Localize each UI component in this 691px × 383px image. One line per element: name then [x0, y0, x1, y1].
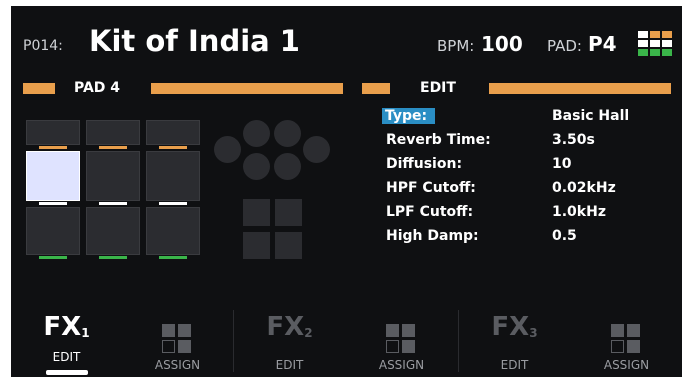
param-row-diffusion[interactable]: Diffusion: 10: [382, 154, 672, 178]
nav-caption: ASSIGN: [378, 358, 425, 372]
circle-pad-6[interactable]: [274, 153, 301, 180]
pad-3-indicator: [159, 146, 187, 149]
param-label: Reverb Time:: [386, 132, 491, 148]
param-label: HPF Cutoff:: [386, 180, 476, 196]
param-value: 0.5: [552, 228, 577, 244]
nav-caption: EDIT: [52, 350, 81, 364]
nav-fx3-edit[interactable]: FX3 EDIT: [459, 306, 570, 377]
edit-section-bar-left: [362, 83, 390, 94]
param-row-reverb-time[interactable]: Reverb Time: 3.50s: [382, 130, 672, 154]
pad-label: PAD:: [547, 37, 582, 55]
param-row-type[interactable]: Type: Basic Hall: [382, 106, 672, 130]
param-label: LPF Cutoff:: [386, 204, 474, 220]
pad-2-indicator: [99, 146, 127, 149]
circle-pad-5[interactable]: [243, 153, 270, 180]
circle-pad-1[interactable]: [243, 120, 270, 147]
param-value: 10: [552, 156, 572, 172]
nav-caption: ASSIGN: [603, 358, 650, 372]
square-pad-1[interactable]: [243, 199, 270, 226]
bpm-value[interactable]: 100: [481, 32, 523, 56]
square-pad-4[interactable]: [275, 232, 302, 259]
pad-4[interactable]: [26, 151, 80, 201]
pad-1[interactable]: [26, 120, 80, 145]
circle-pad-4[interactable]: [303, 136, 330, 163]
pad-2[interactable]: [86, 120, 140, 145]
pad-5-indicator: [99, 202, 127, 205]
nav-fx2-assign[interactable]: ASSIGN: [346, 306, 457, 377]
fx1-label: FX1: [43, 312, 90, 342]
pad-section-title: PAD 4: [74, 80, 121, 96]
pad-7[interactable]: [26, 207, 80, 255]
param-value: 0.02kHz: [552, 180, 616, 196]
pad-7-indicator: [39, 256, 67, 259]
nav-caption: ASSIGN: [154, 358, 201, 372]
param-label: Diffusion:: [386, 156, 463, 172]
nav-fx2-edit[interactable]: FX2 EDIT: [234, 306, 345, 377]
pad-grid-icon: [638, 31, 672, 57]
header: P014: Kit of India 1 BPM: 100 PAD: P4: [11, 6, 682, 72]
bpm-label: BPM:: [437, 37, 475, 55]
assign-grid-icon: [386, 324, 416, 354]
nav-fx1-assign[interactable]: ASSIGN: [122, 306, 233, 377]
nav-caption: EDIT: [500, 358, 529, 372]
pad-section-bar-left: [23, 83, 55, 94]
pad-1-indicator: [39, 146, 67, 149]
assign-grid-icon: [162, 324, 192, 354]
patch-number: P014:: [23, 38, 63, 54]
pad-8-indicator: [99, 256, 127, 259]
square-pad-2[interactable]: [275, 199, 302, 226]
param-value: Basic Hall: [552, 108, 630, 124]
pad-section-bar-right: [151, 83, 343, 94]
pad-4-indicator: [39, 202, 67, 205]
circle-pad-2[interactable]: [274, 120, 301, 147]
param-row-lpf-cutoff[interactable]: LPF Cutoff: 1.0kHz: [382, 202, 672, 226]
param-label: High Damp:: [386, 228, 479, 244]
fx3-label: FX3: [491, 312, 538, 342]
nav-fx1-edit[interactable]: FX1 EDIT: [11, 306, 122, 377]
pad-6-indicator: [159, 202, 187, 205]
active-underline: [46, 370, 88, 375]
param-row-high-damp[interactable]: High Damp: 0.5: [382, 226, 672, 250]
device-screen: P014: Kit of India 1 BPM: 100 PAD: P4 PA…: [11, 6, 682, 377]
param-label: Type:: [382, 108, 436, 124]
fx2-label: FX2: [266, 312, 313, 342]
param-row-hpf-cutoff[interactable]: HPF Cutoff: 0.02kHz: [382, 178, 672, 202]
pad-9-indicator: [159, 256, 187, 259]
param-value: 1.0kHz: [552, 204, 606, 220]
pad-6[interactable]: [146, 151, 200, 201]
nav-fx3-assign[interactable]: ASSIGN: [571, 306, 682, 377]
circle-pad-3[interactable]: [214, 136, 241, 163]
pad-9[interactable]: [146, 207, 200, 255]
edit-section-title: EDIT: [420, 80, 456, 96]
pad-5[interactable]: [86, 151, 140, 201]
nav-caption: EDIT: [275, 358, 304, 372]
pad-3[interactable]: [146, 120, 200, 145]
pad-value[interactable]: P4: [588, 32, 617, 56]
param-value: 3.50s: [552, 132, 595, 148]
pad-8[interactable]: [86, 207, 140, 255]
assign-grid-icon: [611, 324, 641, 354]
kit-name[interactable]: Kit of India 1: [89, 24, 300, 58]
edit-section-bar-right: [489, 83, 671, 94]
square-pad-3[interactable]: [243, 232, 270, 259]
